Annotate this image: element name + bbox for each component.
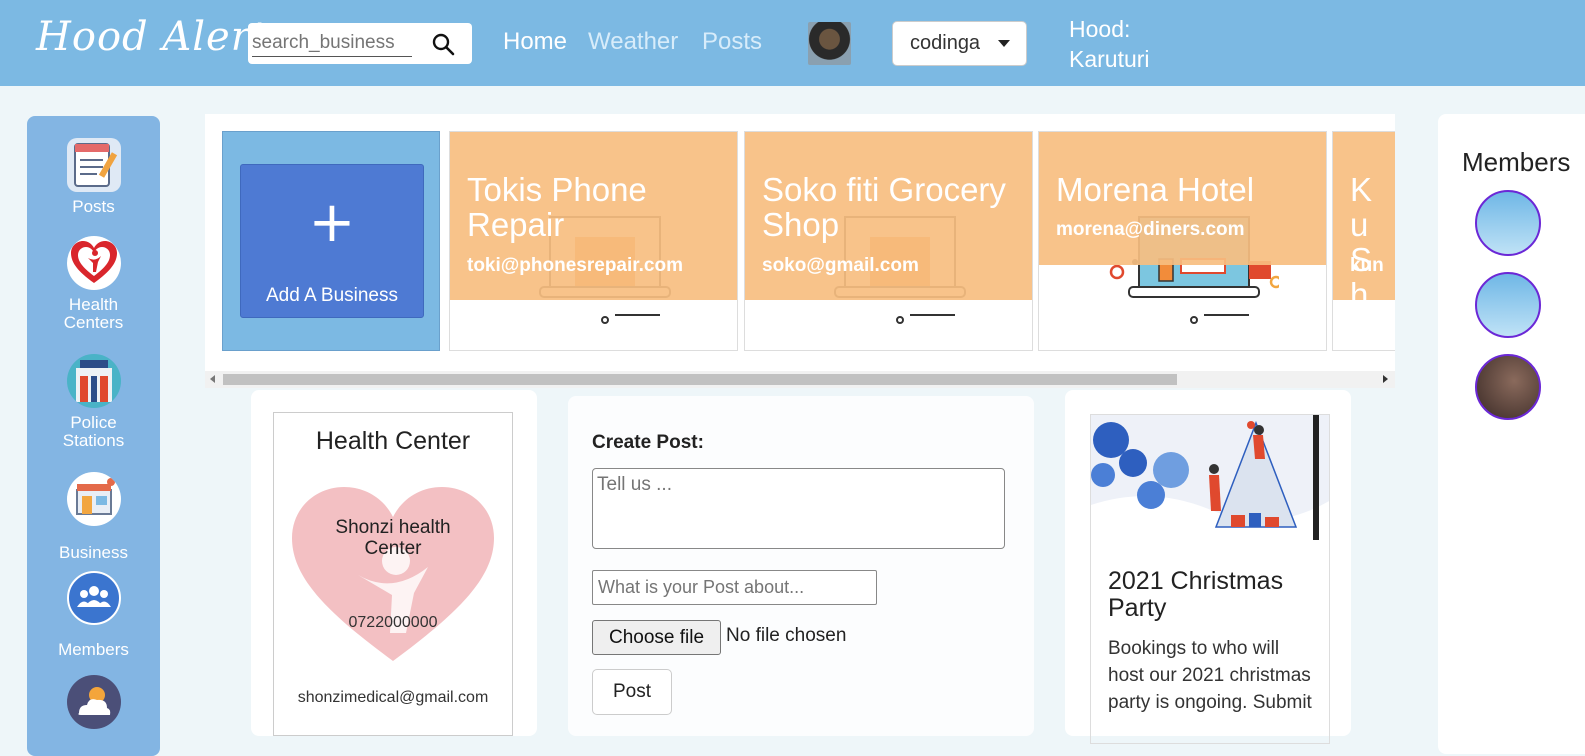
members-panel: Members xyxy=(1438,114,1585,754)
christmas-illustration xyxy=(1091,415,1329,540)
members-title: Members xyxy=(1462,147,1571,177)
event-description: Bookings to who will host our 2021 chris… xyxy=(1108,638,1312,713)
add-business-label: Add A Business xyxy=(265,285,399,306)
sidebar-item-members[interactable]: Members xyxy=(27,571,160,659)
health-center-card[interactable]: Health Center Shonzi health Center 07220… xyxy=(273,412,513,736)
sidebar-item-label: Posts xyxy=(72,197,115,216)
sidebar-item-label: Business xyxy=(59,543,128,562)
create-post-panel: Create Post: Choose file No file chosen … xyxy=(568,396,1034,736)
horizontal-scrollbar[interactable] xyxy=(205,371,1395,388)
members-icon xyxy=(66,571,121,625)
business-carousel: + Add A Business Tokis Phone Repair toki… xyxy=(205,114,1395,386)
business-card[interactable]: Soko fiti Grocery Shop soko@gmail.com xyxy=(744,131,1033,351)
sidebar-item-posts[interactable]: Posts xyxy=(27,138,160,216)
business-name: Soko fiti Grocery Shop xyxy=(762,171,1006,243)
event-panel: 2021 Christmas Party Bookings to who wil… xyxy=(1065,390,1351,744)
search-icon[interactable] xyxy=(430,31,456,57)
sidebar-item-business[interactable]: Business xyxy=(27,472,160,562)
health-icon xyxy=(66,236,121,290)
business-name: Tokis Phone Repair xyxy=(467,171,647,243)
business-card[interactable]: Morena Hotel morena@diners.com xyxy=(1038,131,1327,351)
scroll-left-icon[interactable] xyxy=(210,375,215,383)
business-email: morena@diners.com xyxy=(1056,219,1245,240)
create-post-label: Create Post: xyxy=(592,432,704,453)
plus-icon: + xyxy=(308,190,356,255)
post-textarea[interactable] xyxy=(592,468,1005,549)
business-icon xyxy=(66,472,121,526)
search-box xyxy=(248,23,472,64)
health-center-title: Health Center xyxy=(315,427,471,455)
navbar: Hood Alert Home Weather Posts codinga Ho… xyxy=(0,0,1585,86)
business-email: kun xyxy=(1350,255,1384,276)
caret-down-icon xyxy=(998,40,1010,47)
hood-name: Karuturi xyxy=(1069,46,1150,72)
weather-icon xyxy=(66,675,121,729)
nav-home[interactable]: Home xyxy=(503,28,567,56)
nav-posts[interactable]: Posts xyxy=(702,28,762,56)
business-name: Ku Sh xyxy=(1350,171,1373,313)
scrollbar-thumb[interactable] xyxy=(223,374,1177,385)
choose-file-button[interactable]: Choose file xyxy=(592,620,721,655)
business-email: soko@gmail.com xyxy=(762,255,919,276)
business-card[interactable]: Ku Sh kun xyxy=(1332,131,1395,351)
heart-icon xyxy=(292,487,494,661)
brand-logo[interactable]: Hood Alert xyxy=(36,14,268,60)
sidebar-item-weather[interactable] xyxy=(27,675,160,729)
police-icon xyxy=(66,354,121,408)
event-card[interactable]: 2021 Christmas Party Bookings to who wil… xyxy=(1090,414,1330,744)
sidebar-item-label: Police Stations xyxy=(62,413,125,450)
member-avatar[interactable] xyxy=(1475,190,1541,256)
user-name: codinga xyxy=(910,32,981,54)
scroll-right-icon[interactable] xyxy=(1383,375,1388,383)
health-center-panel: Health Center Shonzi health Center 07220… xyxy=(251,390,537,736)
business-email: toki@phonesrepair.com xyxy=(467,255,683,276)
user-avatar[interactable] xyxy=(808,22,851,65)
user-dropdown[interactable]: codinga xyxy=(892,21,1027,66)
event-title: 2021 Christmas Party xyxy=(1108,567,1284,622)
add-business-button[interactable]: + Add A Business xyxy=(240,164,424,318)
hood-info: Hood: Karuturi xyxy=(1069,14,1209,74)
sidebar-item-label: Members xyxy=(58,640,129,659)
sidebar-item-police-stations[interactable]: Police Stations xyxy=(27,354,160,450)
business-card[interactable]: Tokis Phone Repair toki@phonesrepair.com xyxy=(449,131,738,351)
sidebar: Posts Health Centers Police Stations Bus… xyxy=(27,116,160,756)
post-about-input[interactable] xyxy=(592,570,877,605)
business-name: Morena Hotel xyxy=(1056,171,1255,208)
sidebar-item-label: Health Centers xyxy=(63,295,124,332)
file-status: No file chosen xyxy=(726,625,847,646)
post-submit-button[interactable]: Post xyxy=(592,669,672,715)
posts-icon xyxy=(66,138,121,192)
nav-weather[interactable]: Weather xyxy=(588,28,678,56)
member-avatar[interactable] xyxy=(1475,272,1541,338)
member-avatar[interactable] xyxy=(1475,354,1541,420)
hood-label: Hood: xyxy=(1069,16,1131,42)
health-center-phone: 0722000000 xyxy=(348,614,438,631)
sidebar-item-health-centers[interactable]: Health Centers xyxy=(27,236,160,332)
health-center-name: Shonzi health Center xyxy=(335,517,451,559)
add-business-card: + Add A Business xyxy=(222,131,440,351)
health-center-email: shonzimedical@gmail.com xyxy=(297,689,489,706)
search-input[interactable] xyxy=(252,30,412,57)
